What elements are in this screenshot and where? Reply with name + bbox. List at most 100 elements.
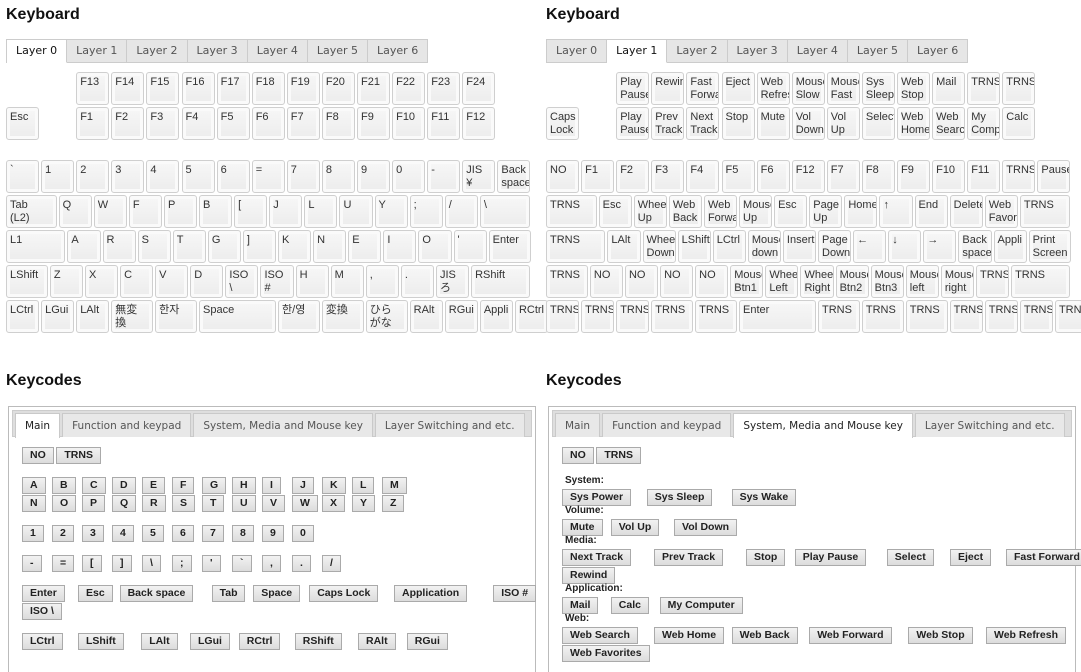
keycode-h[interactable]: H xyxy=(232,477,256,494)
keycode-mute[interactable]: Mute xyxy=(562,519,603,536)
tab-layer-0[interactable]: Layer 0 xyxy=(7,40,68,63)
key-l1[interactable]: L1 xyxy=(6,229,66,264)
key-c[interactable]: C xyxy=(120,265,154,299)
key-select[interactable]: Select xyxy=(861,107,895,141)
key-enter[interactable]: Enter xyxy=(488,229,531,264)
key-7[interactable]: 7 xyxy=(286,159,320,193)
key-s[interactable]: S xyxy=(137,229,171,264)
key-web-forward[interactable]: Web Forward xyxy=(703,194,738,228)
key-mouse-slow[interactable]: Mouse Slow xyxy=(791,72,825,106)
key-g[interactable]: G xyxy=(207,229,241,264)
tab-layer-2[interactable]: Layer 2 xyxy=(127,40,188,63)
keycode-trns[interactable]: TRNS xyxy=(596,447,641,464)
keycode-g[interactable]: G xyxy=(202,477,227,494)
key-5[interactable]: 5 xyxy=(181,159,215,193)
keycode-web-forward[interactable]: Web Forward xyxy=(809,627,892,644)
keycode-sym[interactable]: . xyxy=(292,555,311,572)
key-lshift[interactable]: LShift xyxy=(677,229,711,264)
keycode-lctrl[interactable]: LCtrl xyxy=(22,633,63,650)
keycode-8[interactable]: 8 xyxy=(232,525,254,542)
key-trns[interactable]: TRNS xyxy=(905,300,948,334)
tab-layer-1[interactable]: Layer 1 xyxy=(67,40,128,63)
key-rshift[interactable]: RShift xyxy=(471,265,531,299)
key-mouse-up[interactable]: Mouse Up xyxy=(739,194,773,228)
keycode-sys-power[interactable]: Sys Power xyxy=(562,489,632,506)
key-home[interactable]: Home xyxy=(844,194,878,228)
key-sym[interactable]: 한/영 xyxy=(278,300,320,334)
key-f6[interactable]: F6 xyxy=(251,107,285,141)
key-f7[interactable]: F7 xyxy=(286,107,320,141)
key-lshift[interactable]: LShift xyxy=(6,265,48,299)
key-lctrl[interactable]: LCtrl xyxy=(6,300,40,334)
keycode-sym[interactable]: = xyxy=(52,555,75,572)
key-a[interactable]: A xyxy=(67,229,101,264)
key-lalt[interactable]: LAlt xyxy=(607,229,641,264)
key-lctrl[interactable]: LCtrl xyxy=(712,229,746,264)
key-e[interactable]: E xyxy=(348,229,382,264)
keycode-tab[interactable]: Tab xyxy=(211,585,246,602)
key-esc[interactable]: Esc xyxy=(6,107,40,141)
key-sym[interactable]: , xyxy=(365,265,399,299)
key-f1[interactable]: F1 xyxy=(581,159,615,193)
tab-layer-1[interactable]: Layer 1 xyxy=(607,40,668,63)
key-no[interactable]: NO xyxy=(660,265,694,299)
key-f9[interactable]: F9 xyxy=(897,159,931,193)
tab-main[interactable]: Main xyxy=(555,413,601,437)
key-trns[interactable]: TRNS xyxy=(975,265,1010,299)
key-m[interactable]: M xyxy=(330,265,364,299)
keycode-n[interactable]: N xyxy=(22,495,46,512)
keycode-sym[interactable]: ` xyxy=(232,555,252,572)
keycode-2[interactable]: 2 xyxy=(52,525,74,542)
tab-function-and-keypad[interactable]: Function and keypad xyxy=(62,413,192,437)
key-f1[interactable]: F1 xyxy=(76,107,110,141)
key-f4[interactable]: F4 xyxy=(686,159,720,193)
keycode-eject[interactable]: Eject xyxy=(950,549,992,566)
key-wheel-right[interactable]: Wheel Right xyxy=(800,265,834,299)
tab-function-and-keypad[interactable]: Function and keypad xyxy=(602,413,732,437)
key-sym[interactable]: 한자 xyxy=(155,300,198,334)
key-trns[interactable]: TRNS xyxy=(861,300,904,334)
keycode-m[interactable]: M xyxy=(382,477,407,494)
key-trns[interactable]: TRNS xyxy=(651,300,694,334)
keycode-trns[interactable]: TRNS xyxy=(56,447,101,464)
keycode-b[interactable]: B xyxy=(52,477,76,494)
key-y[interactable]: Y xyxy=(374,194,408,228)
key-trns[interactable]: TRNS xyxy=(695,300,738,334)
keycode-stop[interactable]: Stop xyxy=(746,549,786,566)
keycode-5[interactable]: 5 xyxy=(142,525,164,542)
tab-layer-switching-and-etc[interactable]: Layer Switching and etc. xyxy=(914,413,1065,437)
tab-layer-6[interactable]: Layer 6 xyxy=(908,40,969,63)
key-o[interactable]: O xyxy=(418,229,452,264)
key-web-favorites[interactable]: Web Favorites xyxy=(984,194,1018,228)
key-sym[interactable]: / xyxy=(444,194,478,228)
key-trns[interactable]: TRNS xyxy=(1011,265,1071,299)
keycode-sym[interactable]: - xyxy=(22,555,42,572)
key-sym[interactable]: ↓ xyxy=(888,229,922,264)
keycode-rctrl[interactable]: RCtrl xyxy=(238,633,281,650)
keycode-back-space[interactable]: Back space xyxy=(119,585,194,602)
tab-layer-3[interactable]: Layer 3 xyxy=(187,40,248,63)
key-mouse-right[interactable]: Mouse right xyxy=(940,265,974,299)
key-d[interactable]: D xyxy=(190,265,224,299)
key-4[interactable]: 4 xyxy=(146,159,180,193)
keycode-iso[interactable]: ISO # xyxy=(493,585,537,602)
key-f8[interactable]: F8 xyxy=(321,107,355,141)
key-f14[interactable]: F14 xyxy=(111,72,145,106)
key-web-search[interactable]: Web Search xyxy=(932,107,966,141)
keycode-sym[interactable]: ; xyxy=(172,555,192,572)
keycode-iso[interactable]: ISO \ xyxy=(22,603,62,620)
keycode-sys-sleep[interactable]: Sys Sleep xyxy=(646,489,713,506)
keycode-sym[interactable]: , xyxy=(262,555,281,572)
key-f9[interactable]: F9 xyxy=(357,107,391,141)
key-f8[interactable]: F8 xyxy=(861,159,895,193)
key-play-pause[interactable]: Play Pause xyxy=(616,72,650,106)
key-sym[interactable]: ← xyxy=(853,229,887,264)
keycode-web-favorites[interactable]: Web Favorites xyxy=(562,645,650,662)
key-eject[interactable]: Eject xyxy=(721,72,755,106)
keycode-q[interactable]: Q xyxy=(112,495,137,512)
key-appli[interactable]: Appli xyxy=(993,229,1027,264)
key-sym[interactable]: . xyxy=(400,265,434,299)
key-8[interactable]: 8 xyxy=(321,159,355,193)
keycode-sym[interactable]: \ xyxy=(142,555,161,572)
keycode-p[interactable]: P xyxy=(82,495,106,512)
